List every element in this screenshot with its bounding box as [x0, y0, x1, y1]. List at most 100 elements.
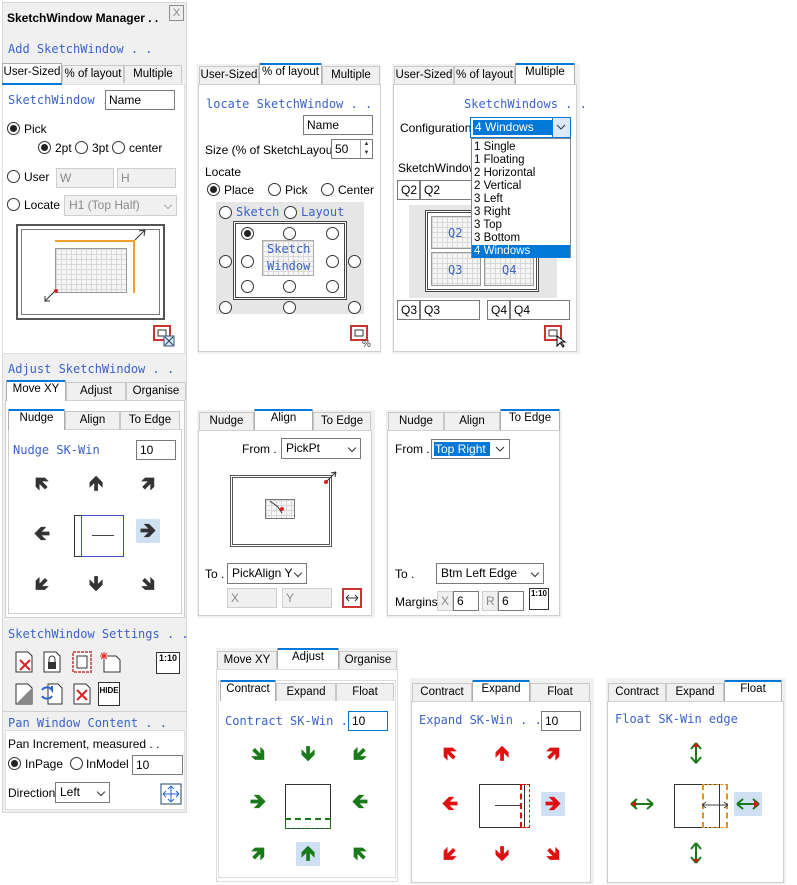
remove-window-icon[interactable] — [70, 682, 94, 706]
tab-percent-layout-2[interactable]: % of layout — [259, 63, 322, 84]
percent-name-input[interactable]: Name — [303, 115, 373, 135]
lock-window-icon[interactable] — [40, 650, 64, 674]
config-option[interactable]: 3 Bottom — [472, 232, 570, 245]
place-radio[interactable] — [207, 183, 220, 196]
config-option[interactable]: 2 Horizontal — [472, 167, 570, 180]
q3-input[interactable]: Q3 — [420, 300, 480, 320]
subtab-expand-2[interactable]: Expand — [472, 680, 530, 701]
q4-input[interactable]: Q4 — [510, 300, 570, 320]
tab-multiple[interactable]: Multiple — [124, 65, 182, 83]
add-window-icon[interactable] — [152, 324, 176, 348]
subtab-expand-3[interactable]: Expand — [666, 683, 724, 701]
expand-right-arrow[interactable]: 🡺 — [541, 792, 565, 816]
h-field[interactable]: H — [117, 168, 176, 188]
nudge-down-arrow[interactable]: 🡻 — [84, 572, 108, 596]
close-button[interactable]: X — [169, 5, 184, 21]
subtab-contract-3[interactable]: Contract — [608, 683, 666, 701]
tab-adjust-2[interactable]: Adjust — [277, 648, 339, 669]
config-option[interactable]: 3 Top — [472, 219, 570, 232]
tab-multiple-3[interactable]: Multiple — [515, 63, 575, 84]
contract-down-right-arrow[interactable]: 🡾 — [246, 742, 270, 766]
delete-window-icon[interactable] — [12, 650, 36, 674]
contract-down-left-arrow[interactable]: 🡿 — [348, 742, 372, 766]
subtab-nudge[interactable]: Nudge — [8, 409, 65, 430]
name-input[interactable]: Name — [105, 90, 175, 110]
pos-top-right[interactable] — [326, 227, 339, 240]
subtab-expand[interactable]: Expand — [276, 683, 336, 701]
inmodel-radio[interactable] — [70, 757, 83, 770]
margin-scale-icon[interactable]: 1:10 — [529, 588, 549, 610]
nudge-down-right-arrow[interactable]: 🡾 — [136, 572, 160, 596]
hide-icon[interactable]: HIDE — [98, 682, 120, 706]
config-option[interactable]: 3 Left — [472, 193, 570, 206]
subtab-contract[interactable]: Contract — [220, 680, 276, 701]
align-to-select[interactable]: PickAlign Y — [227, 563, 307, 584]
pos-outer-mid-left[interactable] — [219, 255, 232, 268]
size-spinner[interactable]: ▲ ▼ — [360, 140, 372, 158]
nudge-up-left-arrow[interactable]: 🡼 — [30, 472, 54, 496]
nudge-right-arrow[interactable]: 🡺 — [136, 519, 160, 543]
center-radio[interactable] — [112, 141, 125, 154]
contract-left-arrow[interactable]: 🡸 — [348, 790, 372, 814]
layout-radio[interactable] — [284, 206, 297, 219]
contract-up-right-arrow[interactable]: 🡽 — [246, 842, 270, 866]
contract-input[interactable]: 10 — [348, 711, 388, 731]
expand-down-arrow[interactable]: 🡻 — [490, 842, 514, 866]
add-multiple-window-icon[interactable] — [543, 324, 567, 348]
pos-btm-right[interactable] — [326, 280, 339, 293]
3pt-radio[interactable] — [75, 141, 88, 154]
align-y-field[interactable]: Y — [282, 588, 332, 608]
locate-radio[interactable] — [7, 198, 20, 211]
pos-outer-btm-left[interactable] — [219, 301, 232, 314]
tab-user-sized-2[interactable]: User-Sized — [199, 66, 259, 84]
subtab-align-3[interactable]: Align — [444, 412, 500, 430]
pos-outer-btm-center[interactable] — [283, 301, 296, 314]
pos-mid-right[interactable] — [326, 255, 339, 268]
tab-move-xy-2[interactable]: Move XY — [217, 651, 277, 669]
expand-up-right-arrow[interactable]: 🡽 — [541, 742, 565, 766]
tab-percent-layout[interactable]: % of layout — [62, 65, 124, 83]
pos-btm-center[interactable] — [283, 280, 296, 293]
contract-up-left-arrow[interactable]: 🡼 — [348, 842, 372, 866]
page-icon[interactable] — [12, 682, 36, 706]
align-from-select[interactable]: PickPt — [281, 438, 361, 459]
subtab-align-2[interactable]: Align — [254, 409, 313, 430]
subtab-float-3[interactable]: Float — [724, 680, 782, 701]
float-vertical-top-icon[interactable] — [684, 740, 708, 766]
contract-right-arrow[interactable]: 🡺 — [246, 790, 270, 814]
margin-r-input[interactable]: 6 — [498, 591, 524, 611]
contract-up-arrow[interactable]: 🡹 — [296, 842, 320, 866]
nudge-left-arrow[interactable]: 🡸 — [30, 522, 54, 546]
pos-mid-left[interactable] — [241, 255, 254, 268]
tab-user-sized[interactable]: User-Sized — [2, 63, 62, 84]
expand-up-left-arrow[interactable]: 🡼 — [438, 742, 462, 766]
margin-x-input[interactable]: 6 — [453, 591, 479, 611]
subtab-nudge-3[interactable]: Nudge — [388, 412, 444, 430]
expand-down-right-arrow[interactable]: 🡾 — [541, 842, 565, 866]
percent-pick-radio[interactable] — [268, 183, 281, 196]
tab-organise[interactable]: Organise — [126, 382, 186, 400]
toedge-to-select[interactable]: Btm Left Edge — [436, 563, 544, 584]
percent-center-radio[interactable] — [321, 183, 334, 196]
nudge-up-arrow[interactable]: 🡹 — [84, 472, 108, 496]
pan-increment-input[interactable]: 10 — [132, 755, 183, 775]
tab-move-xy[interactable]: Move XY — [6, 380, 66, 401]
pos-top-left[interactable] — [241, 227, 254, 240]
nudge-down-left-arrow[interactable]: 🡿 — [30, 572, 54, 596]
tab-user-sized-3[interactable]: User-Sized — [394, 66, 454, 84]
adjust-heading[interactable]: Adjust SketchWindow . . — [8, 362, 174, 376]
config-option[interactable]: 1 Single — [472, 141, 570, 154]
add-percent-window-icon[interactable]: % — [349, 324, 373, 348]
add-sketchwindow-heading[interactable]: Add SketchWindow . . — [8, 42, 153, 56]
config-option[interactable]: 2 Vertical — [472, 180, 570, 193]
pan-icon[interactable] — [159, 782, 183, 806]
subtab-to-edge-2[interactable]: To Edge — [313, 412, 371, 430]
scale-ratio-icon[interactable]: 1:10 — [156, 652, 180, 674]
subtab-to-edge-3[interactable]: To Edge — [500, 409, 560, 430]
subtab-float-2[interactable]: Float — [530, 683, 590, 701]
expand-input[interactable]: 10 — [541, 711, 581, 731]
config-option[interactable]: 3 Right — [472, 206, 570, 219]
expand-down-left-arrow[interactable]: 🡿 — [438, 842, 462, 866]
float-horizontal-right-icon[interactable] — [734, 792, 762, 816]
locate-select[interactable]: H1 (Top Half) — [64, 195, 177, 216]
